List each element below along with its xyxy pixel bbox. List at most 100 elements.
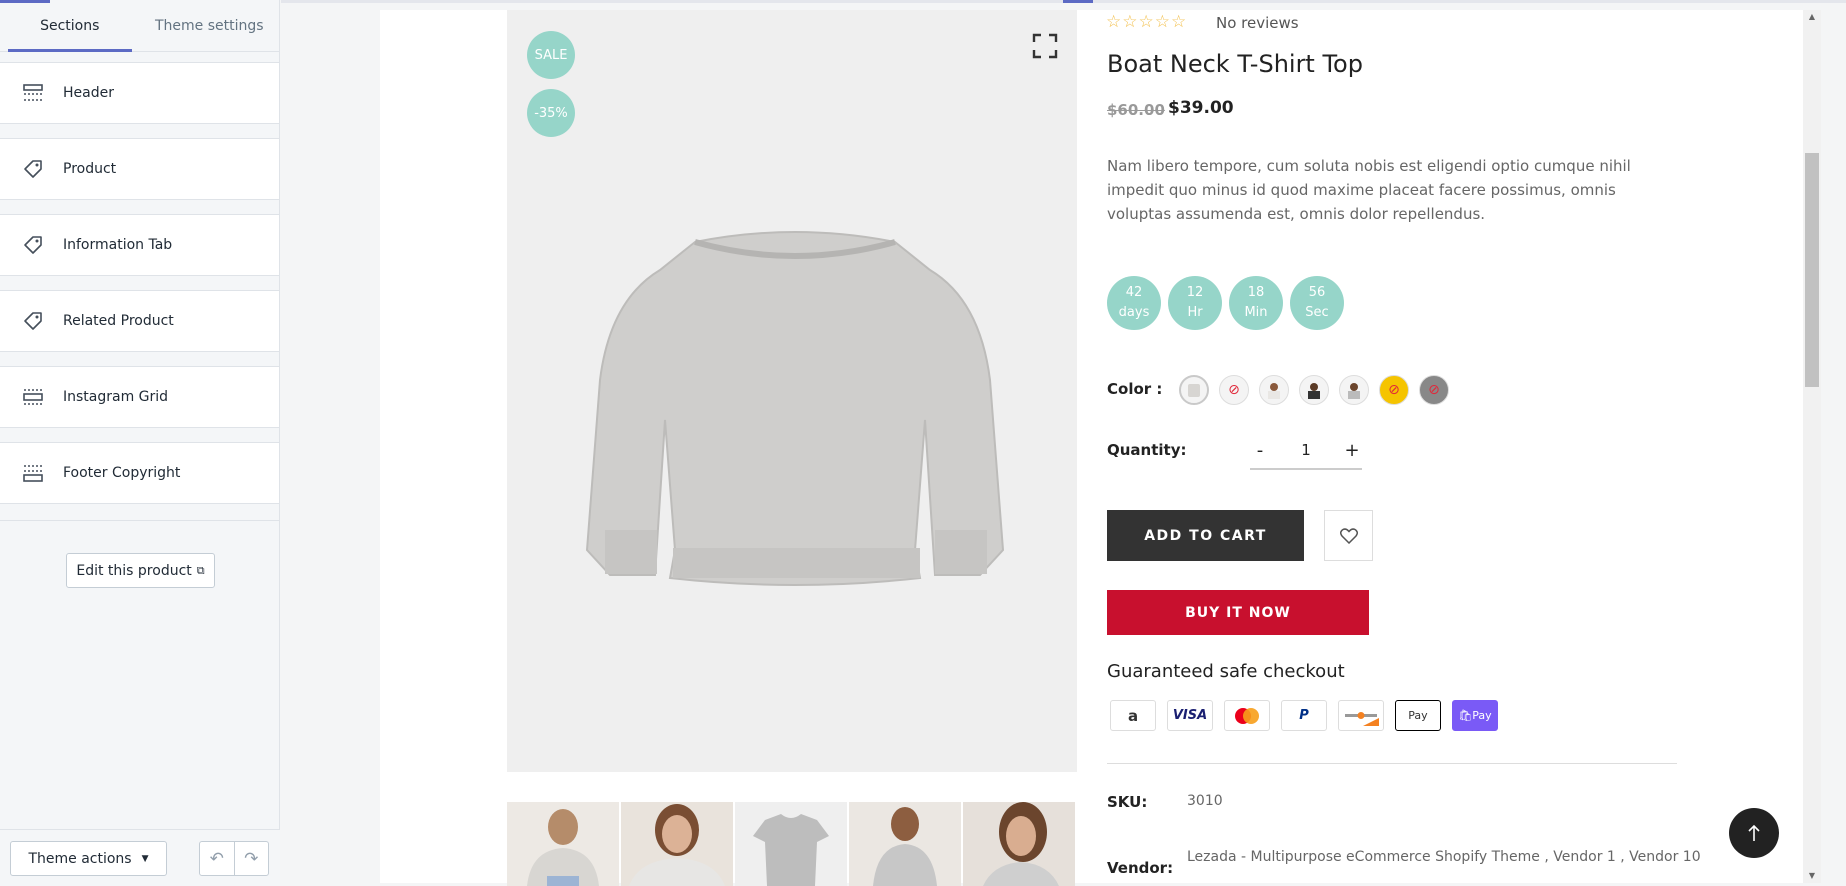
- header-layout-icon: [22, 82, 44, 104]
- tag-icon: [22, 310, 44, 332]
- countdown-seconds-value: 56: [1308, 285, 1326, 300]
- color-swatch-5[interactable]: [1339, 375, 1369, 405]
- tab-theme-settings[interactable]: Theme settings: [140, 0, 280, 51]
- back-to-top-button[interactable]: [1729, 808, 1779, 858]
- countdown-seconds-unit: Sec: [1305, 305, 1329, 320]
- visa-label: VISA: [1172, 708, 1208, 723]
- color-swatch-6[interactable]: ⊘: [1379, 375, 1409, 405]
- section-item-header[interactable]: Header: [0, 62, 279, 124]
- info-divider: [1107, 763, 1677, 764]
- vendor-label: Vendor:: [1107, 859, 1174, 877]
- countdown-hours: 12 Hr: [1168, 276, 1222, 330]
- sweater-illustration: [585, 230, 1005, 634]
- section-item-product[interactable]: Product: [0, 138, 279, 200]
- quantity-input[interactable]: 1: [1301, 441, 1311, 459]
- product-description: Nam libero tempore, cum soluta nobis est…: [1107, 157, 1631, 223]
- thumbnail-1[interactable]: [507, 802, 619, 886]
- sku-label: SKU:: [1107, 793, 1148, 811]
- paypal-icon: P: [1281, 700, 1327, 731]
- thumbnail-2[interactable]: [621, 802, 733, 886]
- countdown-hours-value: 12: [1186, 285, 1204, 300]
- countdown-minutes: 18 Min: [1229, 276, 1283, 330]
- section-item-label: Instagram Grid: [63, 389, 169, 405]
- countdown-timer: 42 days 12 Hr 18 Min 56 Sec: [1107, 276, 1344, 330]
- reviews-count: No reviews: [1216, 14, 1299, 32]
- add-to-cart-button[interactable]: ADD TO CART: [1107, 510, 1304, 561]
- arrow-up-icon: [1748, 824, 1760, 841]
- discount-badge: -35%: [527, 89, 575, 137]
- guaranteed-checkout-heading: Guaranteed safe checkout: [1107, 661, 1345, 682]
- payment-icons: a VISA P Pay 🛍 Pay: [1110, 700, 1498, 731]
- thumbnail-5[interactable]: [963, 802, 1075, 886]
- unavailable-icon: ⊘: [1388, 382, 1400, 398]
- countdown-minutes-unit: Min: [1244, 305, 1268, 320]
- unavailable-icon: ⊘: [1428, 382, 1440, 398]
- scrollbar-thumb[interactable]: [1805, 153, 1819, 387]
- buy-now-button[interactable]: BUY IT NOW: [1107, 590, 1369, 635]
- caret-down-icon: ▼: [141, 853, 149, 864]
- shop-pay-icon: 🛍 Pay: [1452, 700, 1498, 731]
- tab-sections[interactable]: Sections: [0, 0, 140, 52]
- product-title: Boat Neck T-Shirt Top: [1107, 50, 1363, 78]
- color-swatch-7[interactable]: ⊘: [1419, 375, 1449, 405]
- theme-actions-button[interactable]: Theme actions ▼: [10, 841, 167, 876]
- rating-stars: ☆☆☆☆☆: [1106, 12, 1188, 32]
- section-item-label: Related Product: [63, 313, 174, 329]
- color-swatch-2[interactable]: ⊘: [1219, 375, 1249, 405]
- discover-icon: [1338, 700, 1384, 731]
- scrollbar-track[interactable]: [1803, 10, 1821, 883]
- price-original: $60.00: [1107, 101, 1165, 119]
- thumbnail-strip: [507, 802, 1075, 886]
- undo-icon: ↶: [209, 848, 224, 869]
- countdown-hours-unit: Hr: [1187, 305, 1203, 320]
- color-swatch-4[interactable]: [1299, 375, 1329, 405]
- quantity-decrease-button[interactable]: -: [1250, 440, 1270, 461]
- quantity-stepper: - 1 +: [1250, 432, 1362, 470]
- section-item-information-tab[interactable]: Information Tab: [0, 214, 279, 276]
- footer-layout-icon: [22, 462, 44, 484]
- sidebar-divider: [0, 520, 279, 521]
- redo-button[interactable]: ↷: [233, 842, 269, 875]
- undo-redo-group: ↶ ↷: [199, 841, 269, 876]
- editor-sidebar: Sections Theme settings Header Product I…: [0, 0, 280, 886]
- thumbnail-3[interactable]: [735, 802, 847, 886]
- countdown-days-unit: days: [1118, 305, 1150, 320]
- section-item-instagram-grid[interactable]: Instagram Grid: [0, 366, 279, 428]
- color-swatch-3[interactable]: [1259, 375, 1289, 405]
- color-swatch-1[interactable]: [1179, 375, 1209, 405]
- scroll-down-arrow-icon[interactable]: ▼: [1805, 871, 1819, 880]
- vendor-value: Lezada - Multipurpose eCommerce Shopify …: [1187, 849, 1701, 865]
- thumbnail-4[interactable]: [849, 802, 961, 886]
- apple-pay-label: Pay: [1408, 709, 1428, 722]
- sidebar-tabs: Sections Theme settings: [0, 0, 279, 52]
- section-item-related-product[interactable]: Related Product: [0, 290, 279, 352]
- shop-pay-label: Pay: [1472, 709, 1492, 722]
- paypal-label: P: [1299, 708, 1309, 723]
- external-link-icon: ⧉: [196, 563, 205, 577]
- countdown-seconds: 56 Sec: [1290, 276, 1344, 330]
- fullscreen-expand-icon[interactable]: [1031, 32, 1059, 60]
- countdown-days-value: 42: [1125, 285, 1143, 300]
- wishlist-button[interactable]: [1324, 510, 1373, 561]
- countdown-minutes-value: 18: [1247, 285, 1265, 300]
- theme-actions-label: Theme actions: [28, 850, 132, 867]
- countdown-days: 42 days: [1107, 276, 1161, 330]
- redo-icon: ↷: [244, 848, 259, 869]
- quantity-increase-button[interactable]: +: [1342, 440, 1362, 461]
- color-label: Color :: [1107, 380, 1163, 398]
- tag-icon: [22, 158, 44, 180]
- edit-product-button[interactable]: Edit this product ⧉: [66, 553, 215, 588]
- section-item-label: Information Tab: [63, 237, 173, 253]
- undo-button[interactable]: ↶: [200, 842, 234, 875]
- scroll-up-arrow-icon[interactable]: ▲: [1805, 12, 1819, 21]
- mastercard-icon: [1224, 700, 1270, 731]
- edit-product-label: Edit this product: [76, 562, 192, 579]
- section-item-footer-copyright[interactable]: Footer Copyright: [0, 442, 279, 504]
- section-item-label: Header: [63, 85, 114, 101]
- heart-icon: [1339, 527, 1358, 544]
- sidebar-footer: Theme actions ▼ ↶ ↷: [0, 829, 280, 886]
- section-list: Header Product Information Tab Related P…: [0, 62, 279, 504]
- visa-icon: VISA: [1167, 700, 1213, 731]
- shopping-bag-icon: 🛍: [1458, 709, 1473, 722]
- amazon-pay-icon: a: [1110, 700, 1156, 731]
